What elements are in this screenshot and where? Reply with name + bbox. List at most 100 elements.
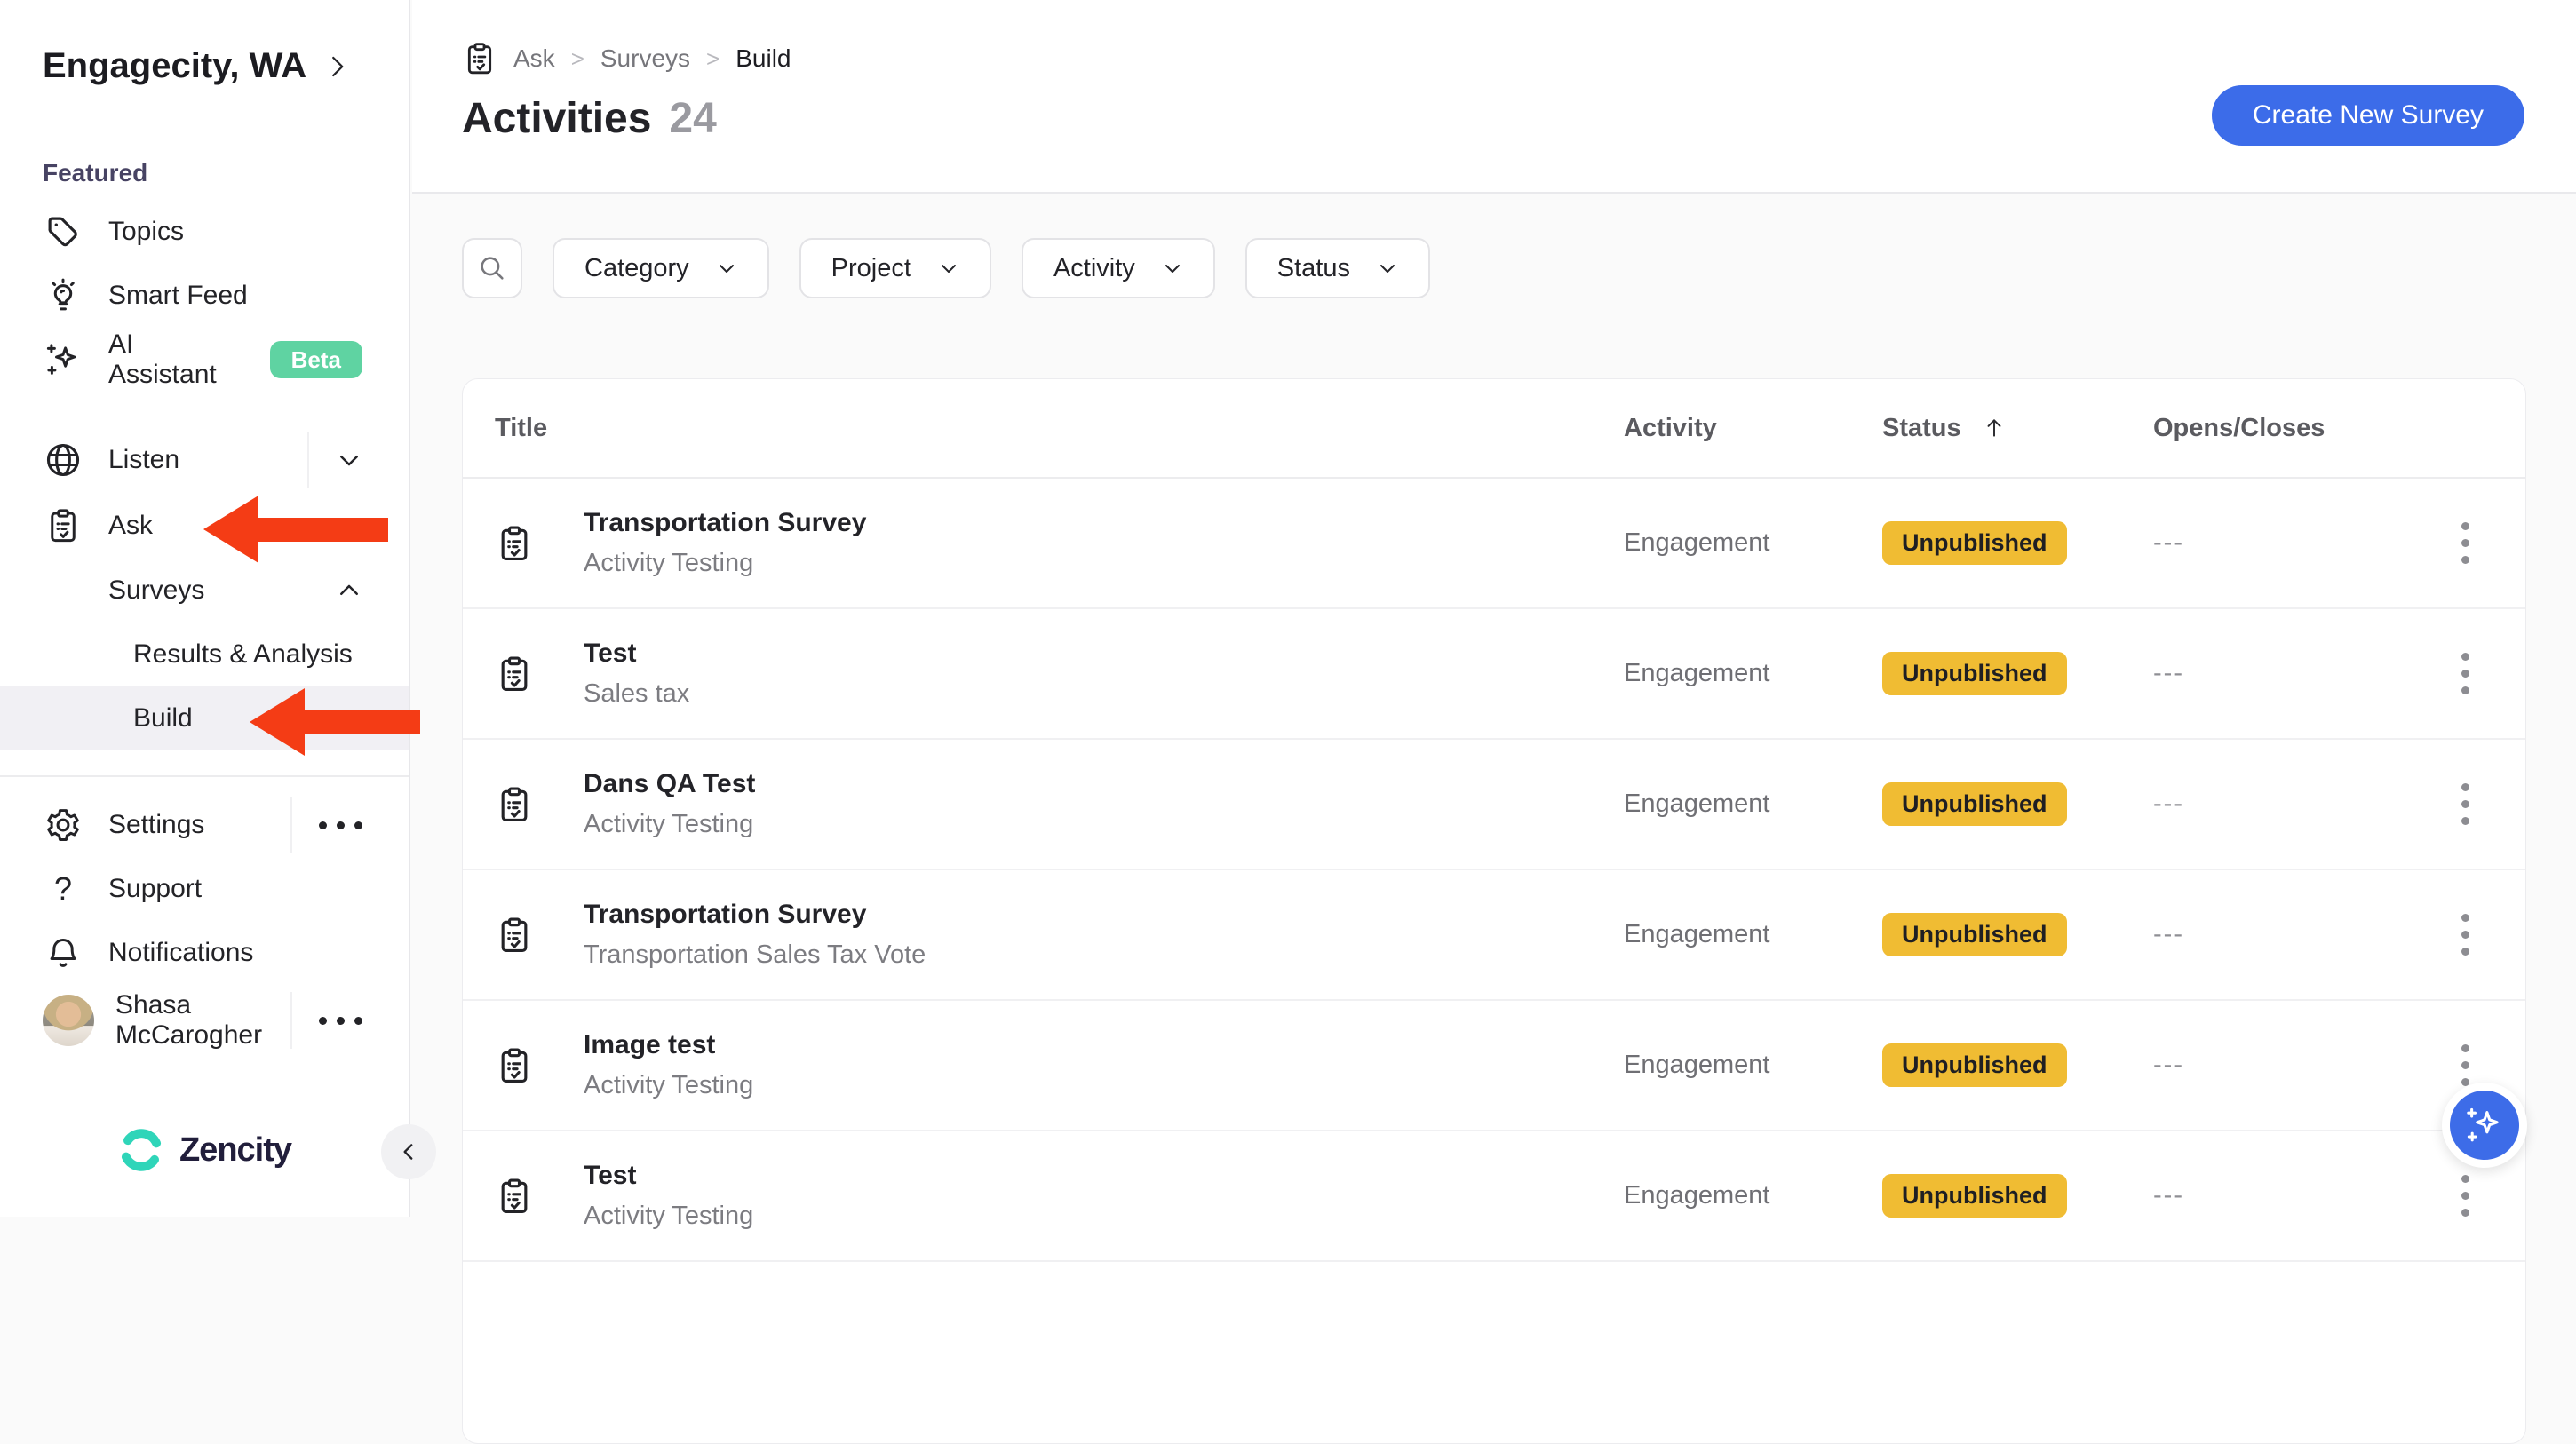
filter-toolbar: Category Project Activity Status — [462, 238, 2526, 298]
filter-dropdown-status[interactable]: Status — [1245, 238, 1430, 298]
opens-closes-cell: --- — [2153, 920, 2437, 949]
sidebar-item-listen[interactable]: Listen — [0, 427, 409, 493]
filter-dropdown-activity[interactable]: Activity — [1022, 238, 1215, 298]
title-cell: Transportation Survey Activity Testing — [495, 508, 1624, 578]
dropdown-label: Project — [831, 254, 911, 283]
breadcrumb-item[interactable]: Surveys — [600, 44, 690, 73]
breadcrumb-item[interactable]: Ask — [513, 44, 555, 73]
breadcrumb-separator: > — [706, 45, 720, 73]
title-cell: Image test Activity Testing — [495, 1030, 1624, 1100]
column-header-title[interactable]: Title — [495, 414, 1624, 443]
clipboard-icon — [495, 785, 534, 824]
survey-subtitle: Transportation Sales Tax Vote — [584, 940, 926, 970]
user-name: Shasa McCarogher — [115, 990, 290, 1051]
survey-title[interactable]: Test — [584, 639, 689, 669]
dropdown-label: Status — [1277, 254, 1350, 283]
chevron-down-icon[interactable] — [307, 432, 362, 488]
survey-title[interactable]: Dans QA Test — [584, 769, 755, 799]
status-badge: Unpublished — [1882, 782, 2067, 826]
chevron-left-icon — [397, 1140, 420, 1163]
kebab-menu-icon[interactable] — [2454, 646, 2477, 702]
table-row[interactable]: Dans QA Test Activity Testing Engagement… — [463, 740, 2525, 870]
sidebar-item-label: Build — [133, 703, 193, 734]
clipboard-icon — [495, 916, 534, 955]
lightbulb-icon — [43, 277, 83, 314]
survey-subtitle: Sales tax — [584, 679, 689, 709]
sidebar-item-smart-feed[interactable]: Smart Feed — [0, 264, 409, 328]
kebab-menu-icon[interactable] — [2454, 776, 2477, 832]
search-icon — [477, 253, 507, 283]
table-row[interactable]: Transportation Survey Activity Testing E… — [463, 479, 2525, 609]
sidebar-item-label: Listen — [108, 445, 179, 475]
clipboard-icon — [43, 507, 83, 544]
column-header-opens-closes[interactable]: Opens/Closes — [2153, 414, 2437, 443]
filter-dropdown-category[interactable]: Category — [553, 238, 769, 298]
survey-title[interactable]: Test — [584, 1161, 753, 1191]
page-count: 24 — [669, 94, 716, 143]
kebab-menu-icon[interactable] — [2454, 1168, 2477, 1224]
sidebar-item-label: Results & Analysis — [133, 639, 353, 670]
column-header-activity[interactable]: Activity — [1624, 414, 1882, 443]
sidebar-item-label: Smart Feed — [108, 281, 248, 311]
main-area: Ask > Surveys > Build Activities 24 Crea… — [412, 0, 2576, 1217]
activity-cell: Engagement — [1624, 659, 1882, 688]
opens-closes-cell: --- — [2153, 659, 2437, 688]
sidebar-item-support[interactable]: ? Support — [0, 857, 409, 921]
org-switcher[interactable]: Engagecity, WA — [0, 0, 409, 86]
status-cell: Unpublished — [1882, 1043, 2153, 1087]
clipboard-icon — [495, 1177, 534, 1216]
table-row[interactable]: Test Sales tax Engagement Unpublished --… — [463, 609, 2525, 740]
survey-title[interactable]: Transportation Survey — [584, 508, 866, 538]
kebab-menu-icon[interactable] — [2454, 515, 2477, 571]
sidebar-item-settings[interactable]: Settings — [0, 793, 409, 857]
sidebar-item-label: Support — [108, 874, 202, 904]
title-cell: Test Activity Testing — [495, 1161, 1624, 1231]
sidebar-item-label: Notifications — [108, 938, 253, 968]
status-badge: Unpublished — [1882, 521, 2067, 565]
sidebar-item-surveys[interactable]: Surveys — [0, 559, 409, 623]
create-new-survey-button[interactable]: Create New Survey — [2212, 85, 2524, 146]
column-header-status[interactable]: Status — [1882, 414, 2153, 443]
table-row[interactable]: Image test Activity Testing Engagement U… — [463, 1001, 2525, 1131]
sidebar-item-topics[interactable]: Topics — [0, 200, 409, 264]
ellipsis-menu-icon[interactable] — [290, 992, 362, 1049]
clipboard-icon — [495, 655, 534, 694]
activity-cell: Engagement — [1624, 528, 1882, 558]
chevron-up-icon[interactable] — [309, 562, 362, 619]
status-cell: Unpublished — [1882, 1174, 2153, 1218]
kebab-menu-icon[interactable] — [2454, 907, 2477, 963]
page-title: Activities — [462, 94, 651, 143]
breadcrumb-separator: > — [571, 45, 584, 73]
sidebar-footer: Zencity — [0, 1083, 409, 1217]
ai-assistant-fab[interactable] — [2442, 1083, 2527, 1168]
content-area: Category Project Activity Status Title A… — [412, 194, 2576, 1444]
status-cell: Unpublished — [1882, 782, 2153, 826]
sidebar-item-notifications[interactable]: Notifications — [0, 921, 409, 985]
sidebar-item-user[interactable]: Shasa McCarogher — [0, 985, 409, 1056]
survey-title[interactable]: Image test — [584, 1030, 753, 1060]
table-row[interactable]: Transportation Survey Transportation Sal… — [463, 870, 2525, 1001]
globe-icon — [43, 440, 83, 480]
column-header-label: Status — [1882, 414, 1961, 443]
table-row[interactable]: Test Activity Testing Engagement Unpubli… — [463, 1131, 2525, 1262]
title-cell: Test Sales tax — [495, 639, 1624, 709]
table-header-row: Title Activity Status Opens/Closes — [463, 379, 2525, 479]
status-badge: Unpublished — [1882, 1043, 2067, 1087]
sidebar-item-ask[interactable]: Ask — [0, 493, 409, 559]
dropdown-label: Activity — [1053, 254, 1135, 283]
survey-title[interactable]: Transportation Survey — [584, 900, 926, 930]
ellipsis-menu-icon[interactable] — [290, 797, 362, 853]
sidebar-item-build[interactable]: Build — [0, 686, 409, 750]
sidebar-item-results-analysis[interactable]: Results & Analysis — [0, 623, 409, 686]
chevron-down-icon — [938, 258, 959, 279]
filter-dropdown-project[interactable]: Project — [799, 238, 991, 298]
sidebar-item-ai-assistant[interactable]: AI Assistant Beta — [0, 328, 409, 392]
chevron-down-icon — [1377, 258, 1398, 279]
sidebar-collapse-button[interactable] — [381, 1124, 436, 1179]
status-cell: Unpublished — [1882, 521, 2153, 565]
search-button[interactable] — [462, 238, 522, 298]
gear-icon — [43, 806, 83, 844]
activity-cell: Engagement — [1624, 1181, 1882, 1210]
survey-subtitle: Activity Testing — [584, 1071, 753, 1100]
zencity-logo-icon — [117, 1126, 165, 1174]
